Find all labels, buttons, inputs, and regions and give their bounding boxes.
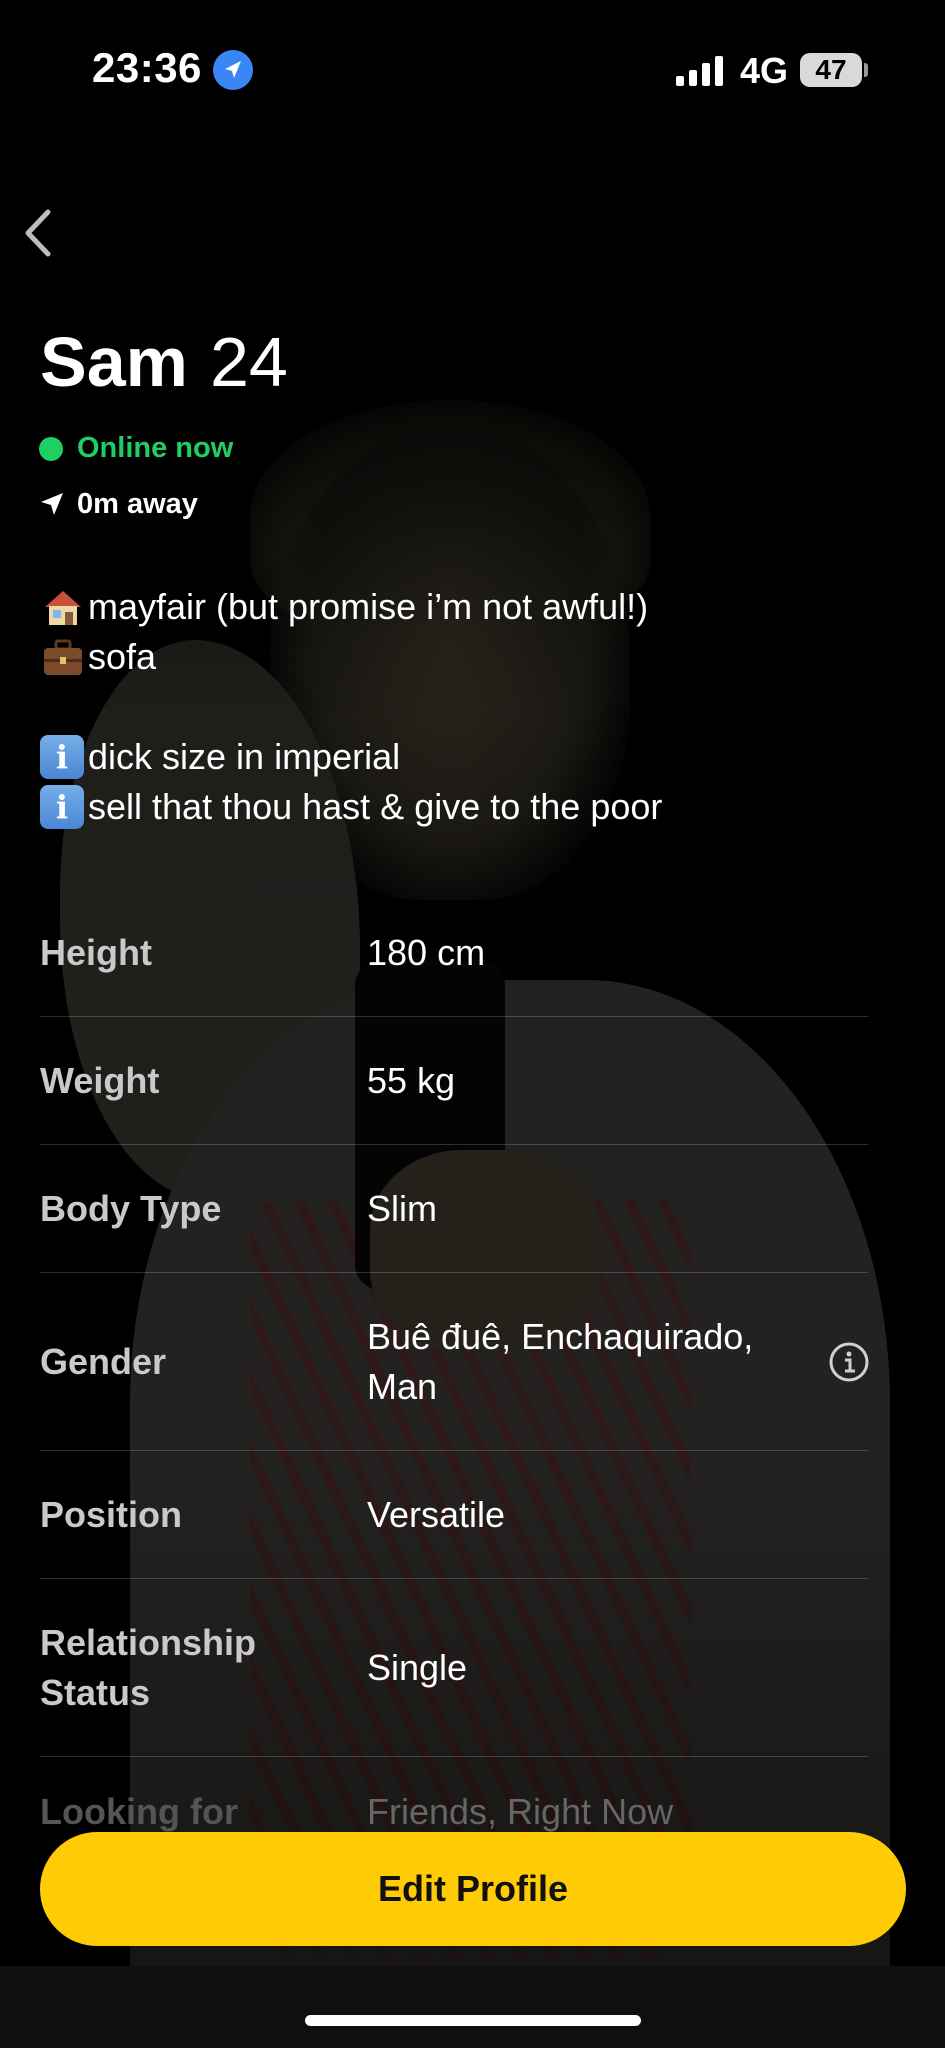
distance: 0m away: [77, 488, 198, 520]
detail-label: Relationship Status: [40, 1621, 257, 1713]
profile-name: Sam: [40, 323, 188, 401]
detail-label: Body Type: [40, 1187, 222, 1229]
location-arrow-icon: [41, 493, 63, 515]
detail-label: Position: [40, 1493, 182, 1535]
online-status: Online now: [77, 432, 234, 464]
bio-text: dick size in imperial: [88, 736, 401, 777]
profile-age: 24: [210, 323, 288, 401]
home-indicator[interactable]: [305, 2015, 641, 2026]
online-status-dot: [39, 437, 63, 461]
detail-row-weight: Weight 55 kg: [40, 1017, 868, 1145]
information-emoji-icon: i: [40, 785, 84, 829]
gender-info-icon[interactable]: [828, 1341, 870, 1383]
detail-label: Weight: [40, 1059, 160, 1101]
briefcase-emoji-icon: [40, 634, 86, 680]
status-bar: 23:36 4G 47: [0, 0, 945, 140]
detail-value: Single: [367, 1646, 468, 1688]
network-type: 4G: [740, 50, 789, 91]
bio-text: sell that thou hast & give to the poor: [88, 786, 663, 827]
detail-row-relationship-status: Relationship Status Single: [40, 1579, 868, 1757]
edit-profile-button[interactable]: Edit Profile: [40, 1832, 906, 1946]
bio-line: mayfair (but promise i’m not awful!): [40, 582, 900, 632]
detail-label: Gender: [40, 1340, 167, 1382]
location-services-icon: [213, 50, 253, 90]
chevron-left-icon: [25, 209, 51, 257]
profile-bio: mayfair (but promise i’m not awful!) sof…: [40, 582, 900, 832]
detail-value: Slim: [367, 1187, 437, 1229]
bio-line: i sell that thou hast & give to the poor: [40, 782, 900, 832]
bio-text: sofa: [88, 636, 157, 677]
bottom-safe-area: [0, 1966, 945, 2048]
detail-value: Buê đuê, Enchaquirado, Man: [367, 1315, 754, 1407]
profile-screen: 23:36 4G 47 Sam 24 Online now 0m away ma…: [0, 0, 945, 2048]
battery-tip: [864, 63, 868, 77]
battery-icon: 47: [800, 53, 862, 87]
bio-line: i dick size in imperial: [40, 732, 900, 782]
house-emoji-icon: [40, 584, 86, 630]
back-button[interactable]: [14, 202, 62, 264]
detail-value: 180 cm: [367, 932, 486, 973]
detail-row-position: Position Versatile: [40, 1451, 868, 1579]
bio-line: sofa: [40, 632, 900, 682]
detail-label: Looking for: [40, 1791, 238, 1832]
detail-value: Friends, Right Now: [367, 1791, 674, 1832]
information-emoji-icon: i: [40, 735, 84, 779]
detail-row-gender: Gender Buê đuê, Enchaquirado, Man: [40, 1273, 870, 1451]
detail-row-body-type: Body Type Slim: [40, 1145, 868, 1273]
bio-text: mayfair (but promise i’m not awful!): [88, 586, 649, 627]
battery-level: 47: [815, 54, 847, 85]
detail-row-height: Height 180 cm: [40, 890, 868, 1017]
detail-value: 55 kg: [367, 1059, 456, 1101]
cellular-signal-icon: [676, 56, 723, 86]
detail-value: Versatile: [367, 1493, 506, 1535]
detail-label: Height: [40, 932, 152, 973]
status-time: 23:36: [92, 44, 202, 91]
detail-row-looking-for: Looking for Friends, Right Now: [40, 1757, 868, 1837]
profile-details: Height 180 cm Weight 55 kg Body Type Sli…: [40, 890, 870, 1837]
